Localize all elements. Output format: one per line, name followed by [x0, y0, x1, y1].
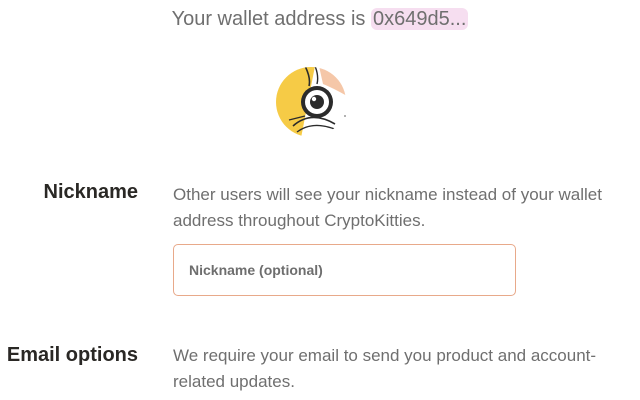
- email-options-section-label: Email options: [6, 344, 138, 366]
- wallet-address[interactable]: 0x649d5...: [370, 8, 469, 30]
- nickname-input[interactable]: [173, 244, 516, 296]
- account-settings-page: Your wallet address is 0x649d5... Nickna…: [0, 0, 640, 400]
- nickname-description: Other users will see your nickname inste…: [173, 185, 602, 230]
- email-options-description: We require your email to send you produc…: [173, 346, 597, 391]
- cryptokitty-avatar-icon[interactable]: [275, 66, 347, 138]
- wallet-address-prefix: Your wallet address is: [171, 8, 371, 30]
- wallet-address-line: Your wallet address is 0x649d5...: [0, 8, 640, 31]
- nickname-section-label: Nickname: [43, 181, 139, 203]
